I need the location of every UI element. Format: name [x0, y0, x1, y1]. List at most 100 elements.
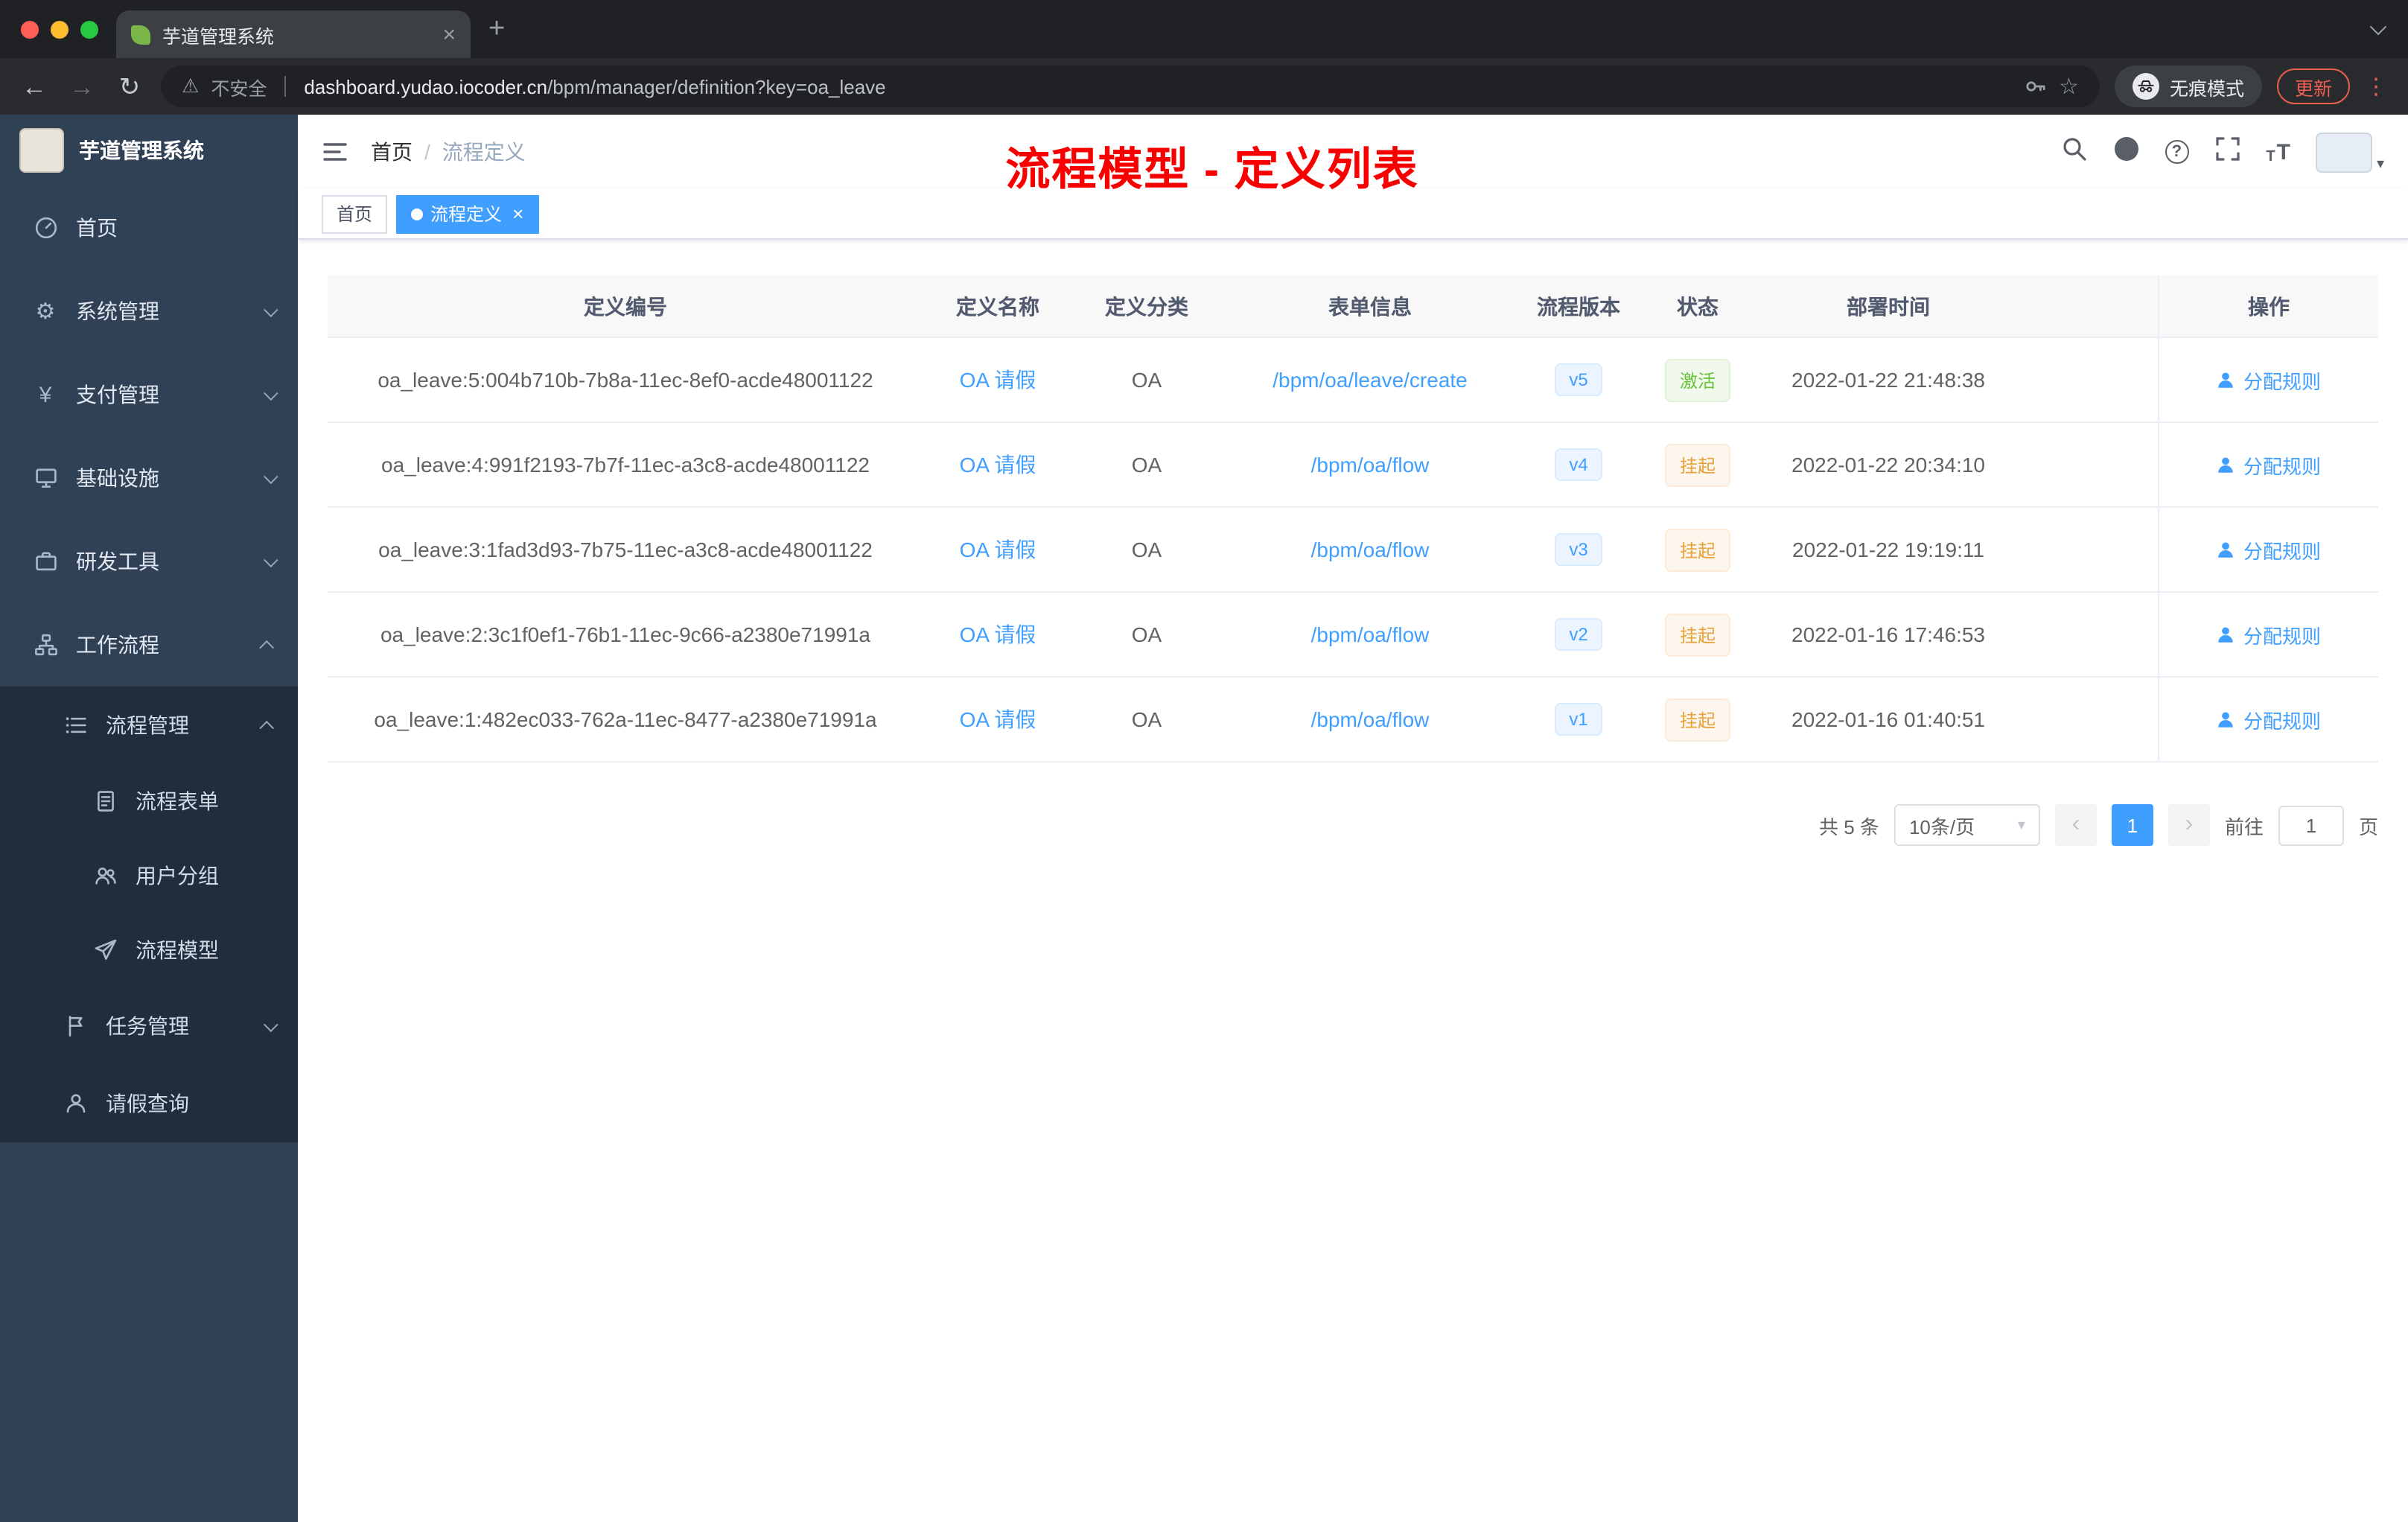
chevron-down-icon — [263, 302, 278, 317]
form-link[interactable]: /bpm/oa/flow — [1311, 623, 1430, 646]
column-header: 部署时间 — [1847, 294, 1930, 318]
prev-page-button[interactable]: ‹ — [2054, 804, 2097, 846]
browser-tab[interactable]: 芋道管理系统 × — [116, 10, 471, 58]
help-icon[interactable]: ? — [2165, 140, 2189, 164]
process-management-submenu: 流程表单 用户分组 流程模型 — [0, 764, 298, 987]
window-zoom-button[interactable] — [80, 20, 98, 38]
sidebar-item-task-management[interactable]: 任务管理 — [0, 987, 298, 1065]
definition-name-link[interactable]: OA 请假 — [960, 704, 1036, 734]
browser-menu-icon[interactable]: ⋮ — [2365, 75, 2387, 98]
definition-id: oa_leave:5:004b710b-7b8a-11ec-8ef0-acde4… — [378, 368, 873, 392]
sidebar-item-label: 工作流程 — [76, 633, 159, 657]
browser-update-button[interactable]: 更新 — [2276, 69, 2350, 104]
toolbox-icon — [33, 550, 58, 573]
font-size-icon[interactable]: TT — [2266, 139, 2290, 165]
bookmark-star-icon[interactable]: ☆ — [2059, 73, 2079, 100]
form-link[interactable]: /bpm/oa/leave/create — [1273, 368, 1468, 392]
form-link[interactable]: /bpm/oa/flow — [1311, 707, 1430, 731]
sidebar-item-label: 基础设施 — [76, 466, 159, 490]
user-avatar[interactable]: ▾ — [2315, 132, 2384, 172]
sidebar-item-user-group[interactable]: 用户分组 — [0, 838, 298, 913]
browser-toolbar: ← → ↻ ⚠ 不安全 dashboard.yudao.iocoder.cn/b… — [0, 58, 2408, 115]
form-link[interactable]: /bpm/oa/flow — [1311, 453, 1430, 477]
version-badge: v1 — [1554, 703, 1603, 736]
tab-close-icon[interactable]: × — [442, 23, 456, 45]
logo-avatar — [19, 128, 64, 173]
tag-home[interactable]: 首页 — [322, 194, 388, 233]
tag-close-icon[interactable]: × — [512, 204, 523, 223]
active-dot — [411, 208, 424, 220]
chevron-down-icon — [263, 468, 278, 484]
deploy-time: 2022-01-22 20:34:10 — [1791, 453, 1985, 477]
assign-rule-link[interactable]: 分配规则 — [2217, 620, 2321, 649]
password-key-icon[interactable] — [2023, 74, 2047, 98]
sidebar-logo[interactable]: 芋道管理系统 — [0, 115, 298, 186]
definition-name-link[interactable]: OA 请假 — [960, 620, 1036, 649]
url-text[interactable]: dashboard.yudao.iocoder.cn/bpm/manager/d… — [304, 75, 2011, 98]
form-link[interactable]: /bpm/oa/flow — [1311, 538, 1430, 561]
definition-category: OA — [1131, 707, 1162, 731]
app-frame: 芋道管理系统 首页 ⚙ 系统管理 ¥ 支付管理 基础设施 研发工具 工作流程 流… — [0, 115, 2408, 1522]
column-header: 状态 — [1677, 294, 1719, 318]
tag-process-definition[interactable]: 流程定义 × — [396, 194, 539, 233]
assign-rule-link[interactable]: 分配规则 — [2217, 535, 2321, 564]
breadcrumb-separator: / — [424, 140, 430, 164]
address-bar[interactable]: ⚠ 不安全 dashboard.yudao.iocoder.cn/bpm/man… — [161, 66, 2100, 107]
definition-name-link[interactable]: OA 请假 — [960, 365, 1036, 395]
next-page-button[interactable]: › — [2167, 804, 2210, 846]
sidebar-item-home[interactable]: 首页 — [0, 186, 298, 270]
table-row: oa_leave:4:991f2193-7b7f-11ec-a3c8-acde4… — [328, 423, 2378, 508]
column-header: 流程版本 — [1537, 294, 1620, 318]
assign-rule-link[interactable]: 分配规则 — [2217, 705, 2321, 733]
tab-search-button[interactable] — [2369, 18, 2387, 36]
window-controls — [21, 0, 98, 58]
window-close-button[interactable] — [21, 20, 39, 38]
window-minimize-button[interactable] — [51, 20, 69, 38]
definition-category: OA — [1131, 368, 1162, 392]
status-badge: 挂起 — [1664, 698, 1730, 741]
forward-button[interactable]: → — [66, 74, 98, 99]
hamburger-icon[interactable] — [322, 138, 348, 165]
back-button[interactable]: ← — [18, 74, 51, 99]
sidebar-item-payment-management[interactable]: ¥ 支付管理 — [0, 353, 298, 436]
fullscreen-icon[interactable] — [2214, 135, 2240, 169]
incognito-label: 无痕模式 — [2169, 78, 2244, 99]
chevron-down-icon — [263, 385, 278, 401]
assign-rule-link[interactable]: 分配规则 — [2217, 450, 2321, 479]
caret-down-icon: ▾ — [2376, 156, 2384, 172]
version-badge: v5 — [1554, 363, 1603, 396]
flag-icon — [63, 1014, 88, 1038]
sidebar-item-leave-query[interactable]: 请假查询 — [0, 1065, 298, 1142]
new-tab-button[interactable]: + — [488, 15, 505, 43]
definition-category: OA — [1131, 623, 1162, 646]
definition-id: oa_leave:1:482ec033-762a-11ec-8477-a2380… — [374, 707, 877, 731]
definition-name-link[interactable]: OA 请假 — [960, 450, 1036, 480]
security-label[interactable]: 不安全 — [211, 72, 267, 101]
definition-id: oa_leave:3:1fad3d93-7b75-11ec-a3c8-acde4… — [378, 538, 873, 561]
incognito-badge: 无痕模式 — [2114, 66, 2262, 107]
github-icon[interactable] — [2112, 135, 2139, 169]
site-favicon-icon — [131, 25, 150, 44]
breadcrumb-home[interactable]: 首页 — [371, 137, 413, 167]
sidebar-item-system-management[interactable]: ⚙ 系统管理 — [0, 270, 298, 353]
sidebar-item-process-form[interactable]: 流程表单 — [0, 764, 298, 838]
page-number-current[interactable]: 1 — [2111, 804, 2153, 846]
top-navbar: 首页 / 流程定义 ? TT ▾ — [298, 115, 2408, 189]
reload-button[interactable]: ↻ — [113, 74, 146, 99]
security-warning-icon: ⚠ — [182, 74, 200, 97]
sidebar-item-dev-tools[interactable]: 研发工具 — [0, 520, 298, 603]
sidebar-item-process-management[interactable]: 流程管理 — [0, 687, 298, 764]
definition-name-link[interactable]: OA 请假 — [960, 535, 1036, 564]
page-size-select[interactable]: 10条/页 ▾ — [1893, 804, 2040, 846]
goto-page-input[interactable] — [2278, 805, 2344, 845]
search-icon[interactable] — [2060, 135, 2087, 169]
navbar-actions: ? TT ▾ — [2060, 132, 2384, 172]
tab-title: 芋道管理系统 — [162, 26, 275, 47]
tags-view-bar: 首页 流程定义 × — [298, 189, 2408, 240]
sidebar-item-infrastructure[interactable]: 基础设施 — [0, 436, 298, 520]
column-header: 操作 — [2158, 276, 2378, 337]
page-content: 定义编号 定义名称 定义分类 表单信息 流程版本 状态 部署时间 操作 oa_l… — [298, 240, 2408, 1522]
assign-rule-link[interactable]: 分配规则 — [2217, 366, 2321, 394]
sidebar-item-process-model[interactable]: 流程模型 — [0, 913, 298, 987]
sidebar-item-workflow[interactable]: 工作流程 — [0, 603, 298, 687]
